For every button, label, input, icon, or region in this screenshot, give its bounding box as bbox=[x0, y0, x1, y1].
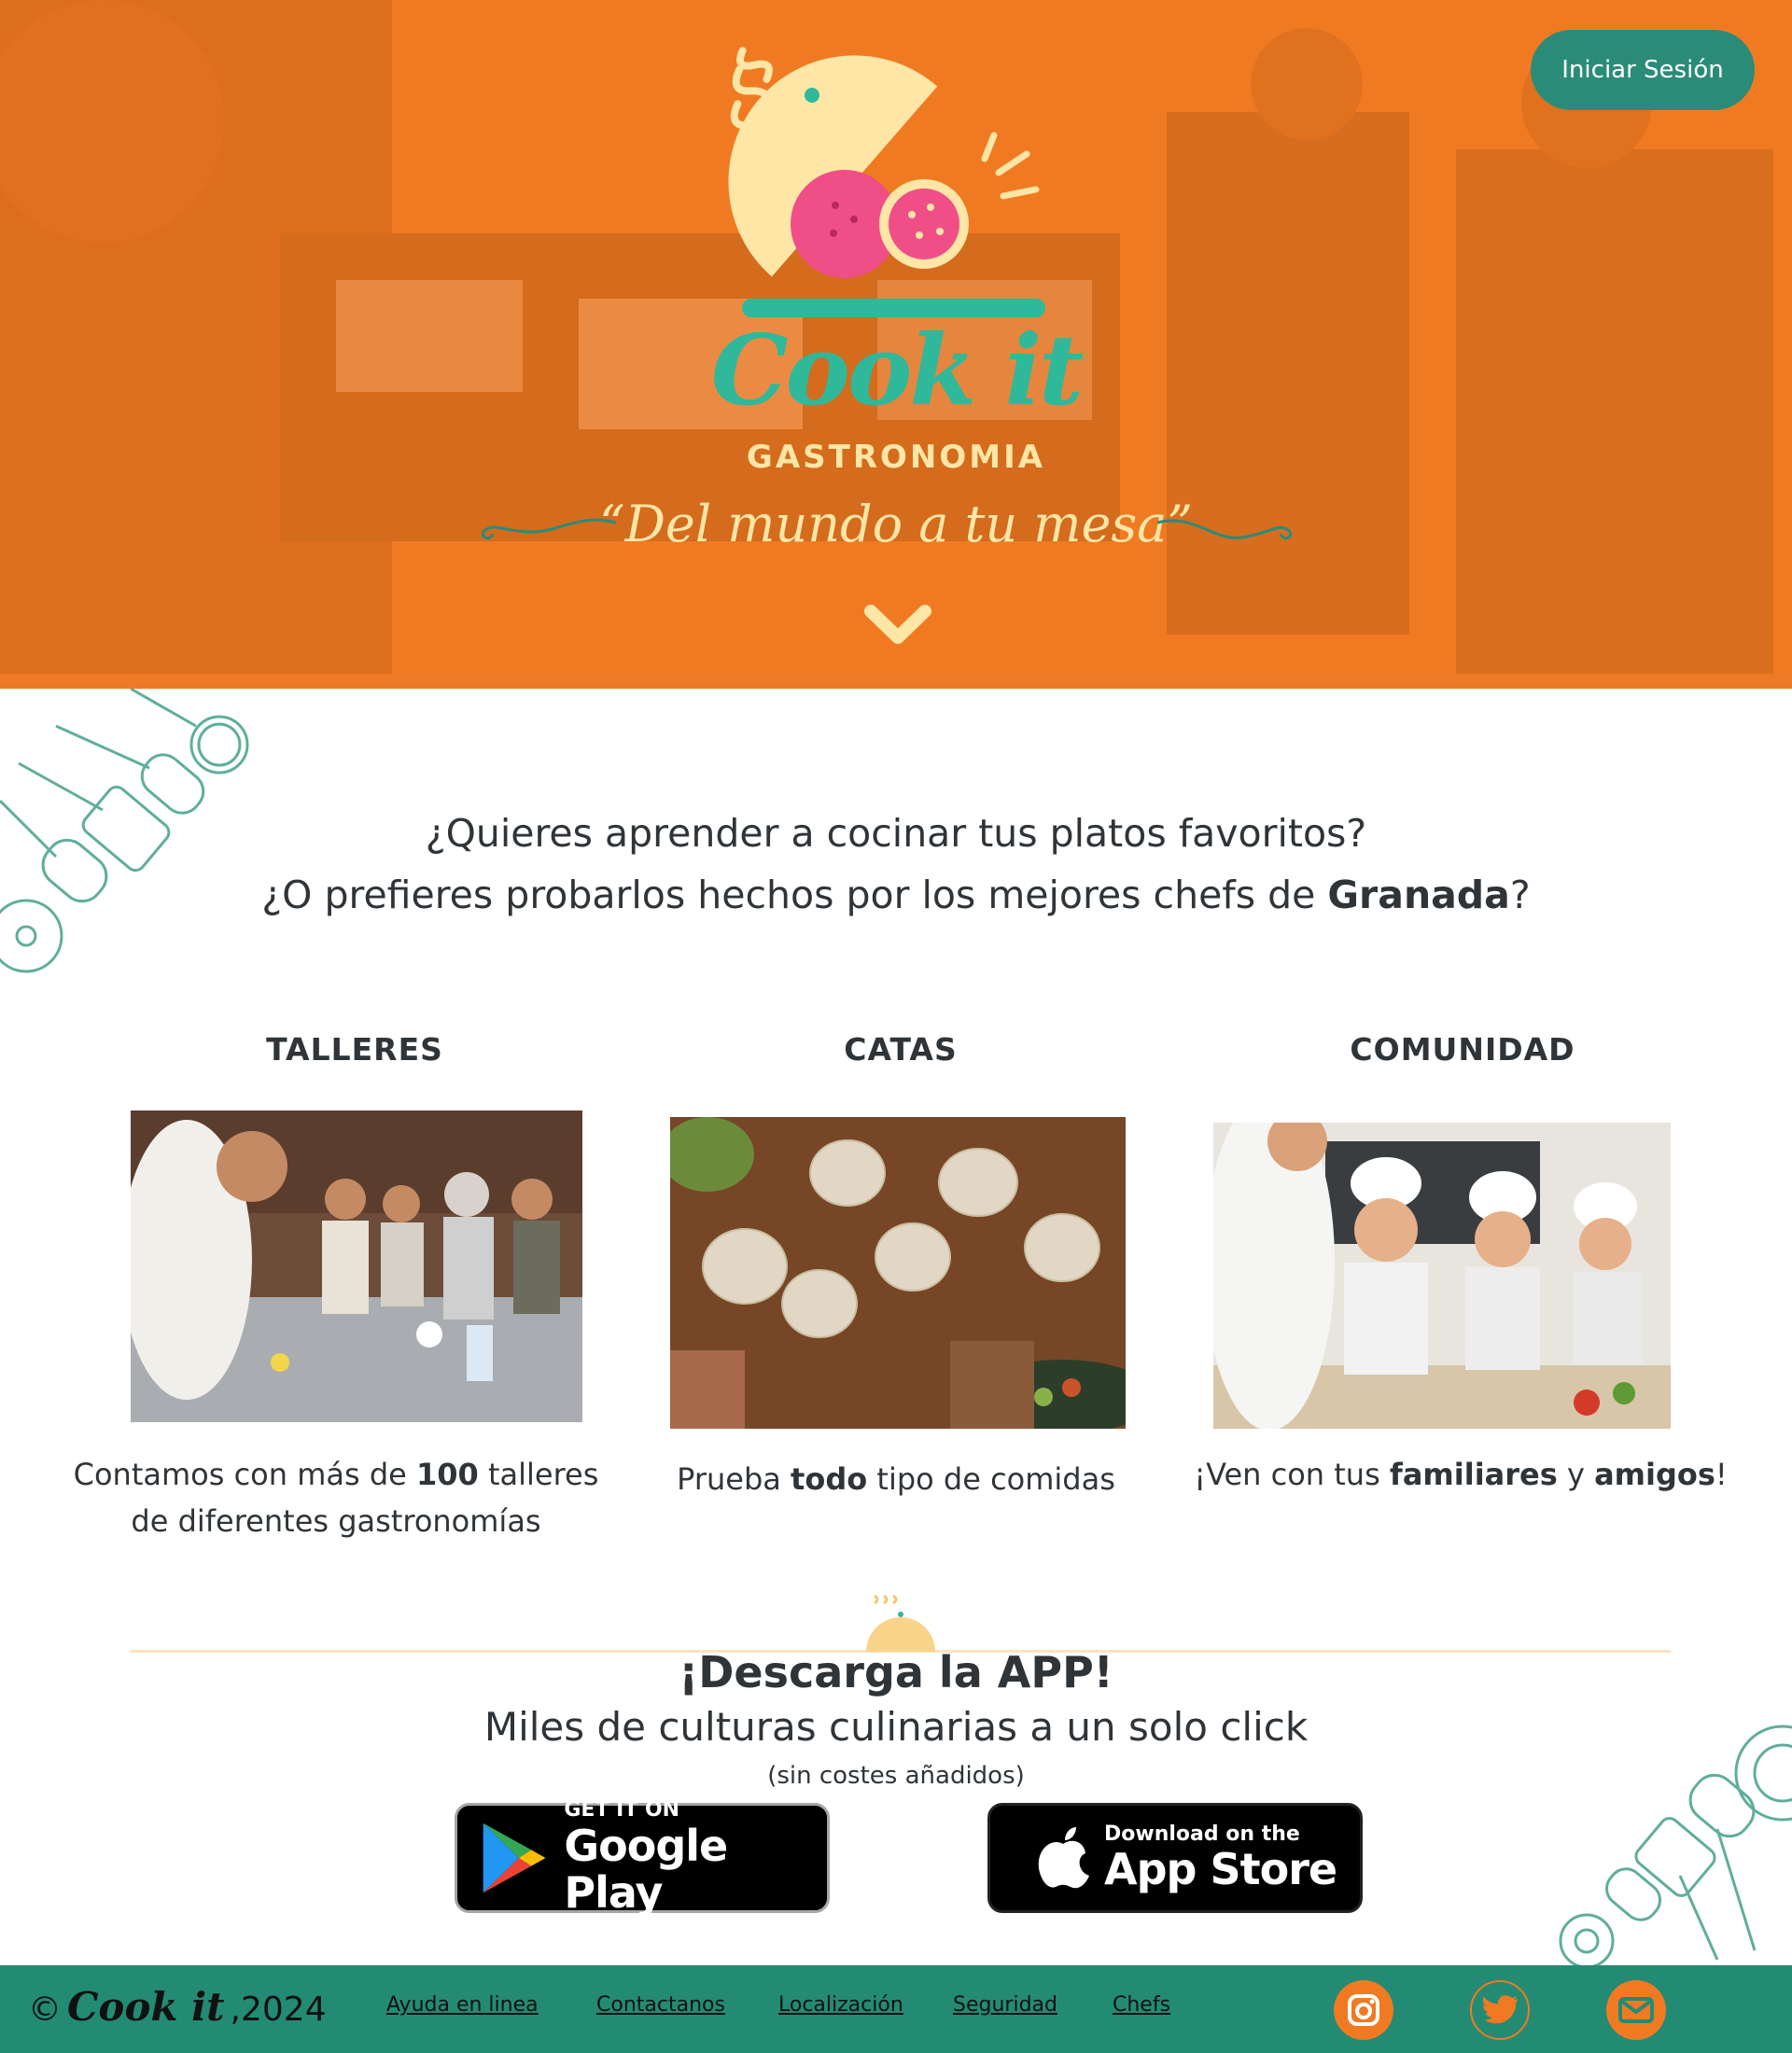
twitter-icon[interactable] bbox=[1470, 1980, 1530, 2040]
feature-desc-text: tipo de comidas bbox=[867, 1461, 1115, 1497]
slogan-block: “Del mundo a tu mesa” bbox=[481, 485, 1307, 569]
app-subtitle: Miles de culturas culinarias a un solo c… bbox=[483, 1704, 1309, 1750]
chevron-down-icon[interactable] bbox=[863, 602, 932, 649]
intro-text: ¿Quieres aprender a cocinar tus platos f… bbox=[0, 803, 1792, 926]
feature-desc-bold: 100 bbox=[415, 1457, 479, 1492]
intro-line-2-end: ? bbox=[1509, 873, 1531, 917]
app-store-big-label: App Store bbox=[1104, 1843, 1337, 1894]
google-play-button[interactable]: GET IT ON Google Play bbox=[455, 1799, 830, 1916]
footer-brand: Cook it bbox=[67, 1984, 225, 2030]
slogan-swirl-right bbox=[1156, 519, 1293, 540]
brand-subtitle: GASTRONOMIA bbox=[746, 439, 1046, 476]
comunidad-photo bbox=[1213, 1123, 1671, 1429]
serving-dome-icon bbox=[866, 1594, 935, 1652]
app-title: ¡Descarga la APP! bbox=[679, 1647, 1113, 1697]
feature-comunidad-desc: ¡Ven con tus familiares y amigos! bbox=[1181, 1451, 1741, 1498]
footer-link-seguridad[interactable]: Seguridad bbox=[953, 1993, 1057, 2017]
login-button[interactable]: Iniciar Sesión bbox=[1531, 30, 1755, 110]
feature-desc-bold: todo bbox=[791, 1461, 868, 1497]
feature-title: COMUNIDAD bbox=[1350, 1031, 1575, 1068]
copyright-year: ,2024 bbox=[230, 1990, 327, 2029]
google-play-small-label: GET IT ON bbox=[564, 1798, 680, 1823]
intro-line-1: ¿Quieres aprender a cocinar tus platos f… bbox=[425, 811, 1367, 856]
feature-desc-text: y bbox=[1557, 1457, 1595, 1492]
footer-link-localizacion[interactable]: Localización bbox=[778, 1993, 903, 2017]
feature-desc-text: ¡Ven con tus bbox=[1194, 1457, 1390, 1492]
google-play-big-label: Google Play bbox=[564, 1820, 728, 1919]
cook-it-logo bbox=[728, 47, 1045, 317]
feature-desc-text: Prueba bbox=[677, 1461, 791, 1497]
hero-bottom-strip bbox=[0, 674, 1792, 689]
brand-name: Cook it bbox=[710, 313, 1084, 427]
feature-comunidad-title: COMUNIDAD bbox=[1276, 1031, 1649, 1068]
feature-desc-bold: familiares bbox=[1389, 1457, 1558, 1492]
intro-line-2-text: ¿O prefieres probarlos hechos por los me… bbox=[261, 873, 1328, 917]
talleres-photo bbox=[131, 1110, 582, 1422]
feature-desc-text: talleres bbox=[478, 1457, 599, 1492]
feature-desc-text: Contamos con más de bbox=[73, 1457, 416, 1492]
footer-link-chefs[interactable]: Chefs bbox=[1113, 1993, 1170, 2017]
copyright-symbol: © bbox=[28, 1990, 62, 2029]
feature-catas-title: CATAS bbox=[714, 1031, 1087, 1068]
feature-title: TALLERES bbox=[266, 1031, 443, 1068]
mail-icon[interactable] bbox=[1606, 1980, 1666, 2040]
feature-desc-text: de diferentes gastronomías bbox=[131, 1503, 541, 1539]
footer-link-contactanos[interactable]: Contactanos bbox=[596, 1993, 725, 2017]
instagram-icon[interactable] bbox=[1334, 1980, 1393, 2040]
google-play-icon bbox=[483, 1823, 546, 1893]
apple-icon bbox=[1038, 1827, 1089, 1889]
app-note: (sin costes añadidos) bbox=[767, 1762, 1025, 1790]
intro-line-2: ¿O prefieres probarlos hechos por los me… bbox=[0, 864, 1792, 926]
feature-desc-bold: amigos bbox=[1594, 1457, 1715, 1492]
feature-talleres-title: TALLERES bbox=[168, 1031, 541, 1068]
catas-photo bbox=[670, 1117, 1126, 1429]
feature-catas-desc: Prueba todo tipo de comidas bbox=[616, 1456, 1176, 1502]
intro-highlight-granada: Granada bbox=[1327, 873, 1510, 917]
hero-banner: Iniciar Sesión Cook it GASTRONOMIA “Del … bbox=[0, 0, 1792, 689]
app-store-button[interactable]: Download on the App Store bbox=[987, 1803, 1363, 1913]
footer-link-ayuda[interactable]: Ayuda en linea bbox=[386, 1993, 539, 2017]
feature-talleres-desc: Contamos con más de 100 talleres de difer… bbox=[56, 1451, 616, 1544]
footer: © Cook it ,2024 Ayuda en linea Contactan… bbox=[0, 1965, 1792, 2053]
copyright: © Cook it ,2024 bbox=[28, 1984, 327, 2030]
feature-desc-text: ! bbox=[1715, 1457, 1728, 1492]
feature-title: CATAS bbox=[844, 1031, 958, 1068]
app-store-small-label: Download on the bbox=[1104, 1822, 1300, 1846]
